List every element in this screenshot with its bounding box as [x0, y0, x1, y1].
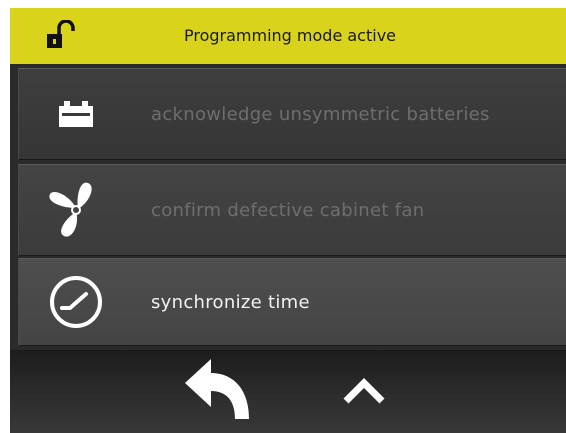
screen: Programming mode active acknowledge unsy…: [0, 0, 566, 433]
back-button[interactable]: [176, 352, 262, 428]
footer-nav: [10, 350, 566, 433]
menu-item-synchronize-time[interactable]: synchronize time: [18, 258, 566, 346]
battery-icon: [41, 79, 111, 149]
menu-item-label: synchronize time: [151, 291, 310, 313]
scroll-up-button[interactable]: [332, 366, 396, 416]
chevron-up-icon: [343, 378, 385, 404]
status-header: Programming mode active: [10, 8, 566, 64]
fan-icon: [41, 175, 111, 245]
header-title: Programming mode active: [183, 26, 396, 45]
clock-icon: [41, 267, 111, 337]
back-arrow-icon: [185, 359, 249, 419]
menu-item-label: acknowledge unsymmetric batteries: [151, 103, 490, 125]
menu-item-acknowledge-batteries[interactable]: acknowledge unsymmetric batteries: [18, 68, 566, 160]
menu-item-confirm-fan[interactable]: confirm defective cabinet fan: [18, 164, 566, 256]
menu-item-label: confirm defective cabinet fan: [151, 199, 425, 221]
